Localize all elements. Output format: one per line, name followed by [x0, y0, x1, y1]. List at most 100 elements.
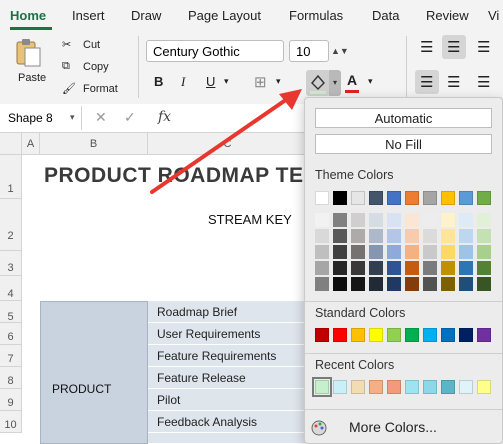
theme-shade-swatch[interactable] [333, 277, 347, 291]
paste-label[interactable]: Paste [18, 72, 46, 84]
tab-draw[interactable]: Draw [131, 8, 161, 23]
automatic-button[interactable]: Automatic [315, 108, 492, 128]
recent-color-swatch[interactable] [387, 380, 401, 394]
borders-chevron-down-icon[interactable]: ▾ [276, 76, 281, 87]
theme-shade-swatch[interactable] [477, 261, 491, 275]
standard-color-swatch[interactable] [387, 328, 401, 342]
font-family-select[interactable]: Century Gothic [146, 40, 284, 62]
task-cell[interactable] [148, 433, 308, 444]
theme-shade-swatch[interactable] [315, 245, 329, 259]
borders-icon[interactable]: ⊞ [254, 73, 267, 91]
confirm-icon[interactable]: ✓ [124, 109, 136, 126]
recent-color-swatch[interactable] [369, 380, 383, 394]
font-size-chevron-down-icon[interactable]: ▲▼ [331, 40, 349, 62]
cut-button[interactable]: Cut [83, 39, 100, 51]
task-cell[interactable]: Feedback Analysis [148, 411, 308, 433]
underline-chevron-down-icon[interactable]: ▾ [224, 76, 229, 87]
theme-shade-swatch[interactable] [351, 229, 365, 243]
name-box-chevron-down-icon[interactable]: ▾ [70, 112, 75, 123]
recent-color-swatch[interactable] [405, 380, 419, 394]
font-color-icon[interactable]: A [347, 72, 357, 88]
tab-data[interactable]: Data [372, 8, 399, 23]
theme-shade-swatch[interactable] [333, 261, 347, 275]
standard-color-swatch[interactable] [405, 328, 419, 342]
theme-color-swatch[interactable] [315, 191, 329, 205]
cut-icon[interactable]: ✂ [62, 38, 71, 51]
theme-shade-swatch[interactable] [387, 245, 401, 259]
theme-shade-swatch[interactable] [315, 261, 329, 275]
column-header-c[interactable]: C [148, 133, 308, 155]
theme-shade-swatch[interactable] [441, 213, 455, 227]
fill-color-chevron-down-icon[interactable]: ▾ [329, 70, 341, 96]
align-bottom-icon[interactable]: ☰ [477, 38, 490, 56]
bold-button[interactable]: B [154, 74, 163, 89]
theme-shade-swatch[interactable] [351, 277, 365, 291]
recent-color-swatch[interactable] [333, 380, 347, 394]
theme-shade-swatch[interactable] [315, 229, 329, 243]
format-painter-icon[interactable]: 🖌 [62, 82, 76, 95]
theme-shade-swatch[interactable] [351, 213, 365, 227]
underline-button[interactable]: U [206, 74, 215, 89]
theme-shade-swatch[interactable] [387, 261, 401, 275]
theme-shade-swatch[interactable] [423, 213, 437, 227]
tab-home[interactable]: Home [10, 8, 46, 23]
theme-color-swatch[interactable] [477, 191, 491, 205]
copy-button[interactable]: Copy [83, 61, 109, 73]
theme-shade-swatch[interactable] [351, 245, 365, 259]
row-header-8[interactable]: 8 [0, 367, 22, 389]
theme-color-swatch[interactable] [369, 191, 383, 205]
tab-formulas[interactable]: Formulas [289, 8, 343, 23]
theme-shade-swatch[interactable] [333, 213, 347, 227]
tab-review[interactable]: Review [426, 8, 469, 23]
format-painter-button[interactable]: Format [83, 83, 118, 95]
recent-color-swatch[interactable] [459, 380, 473, 394]
theme-shade-swatch[interactable] [405, 229, 419, 243]
theme-shade-swatch[interactable] [315, 213, 329, 227]
theme-shade-swatch[interactable] [477, 213, 491, 227]
paste-icon[interactable] [14, 38, 42, 68]
theme-shade-swatch[interactable] [441, 277, 455, 291]
theme-shade-swatch[interactable] [477, 277, 491, 291]
font-size-select[interactable]: 10 [289, 40, 329, 62]
task-cell[interactable]: User Requirements [148, 323, 308, 345]
align-left-icon[interactable]: ☰ [420, 73, 433, 91]
theme-shade-swatch[interactable] [387, 229, 401, 243]
theme-shade-swatch[interactable] [405, 277, 419, 291]
theme-shade-swatch[interactable] [423, 245, 437, 259]
row-header-1[interactable]: 1 [0, 155, 22, 199]
theme-shade-swatch[interactable] [459, 261, 473, 275]
theme-color-swatch[interactable] [423, 191, 437, 205]
column-header-a[interactable]: A [22, 133, 40, 155]
align-top-icon[interactable]: ☰ [420, 38, 433, 56]
theme-shade-swatch[interactable] [423, 229, 437, 243]
theme-color-swatch[interactable] [459, 191, 473, 205]
recent-color-swatch[interactable] [423, 380, 437, 394]
column-header-b[interactable]: B [40, 133, 148, 155]
task-cell[interactable]: Pilot [148, 389, 308, 411]
row-header-2[interactable]: 2 [0, 199, 22, 251]
theme-shade-swatch[interactable] [369, 261, 383, 275]
font-color-chevron-down-icon[interactable]: ▾ [368, 76, 373, 87]
theme-color-swatch[interactable] [441, 191, 455, 205]
theme-shade-swatch[interactable] [369, 213, 383, 227]
standard-color-swatch[interactable] [477, 328, 491, 342]
function-icon[interactable]: fx [158, 109, 171, 125]
row-header-9[interactable]: 9 [0, 389, 22, 411]
standard-color-swatch[interactable] [459, 328, 473, 342]
theme-shade-swatch[interactable] [333, 229, 347, 243]
theme-shade-swatch[interactable] [441, 261, 455, 275]
theme-shade-swatch[interactable] [405, 261, 419, 275]
theme-shade-swatch[interactable] [477, 245, 491, 259]
theme-shade-swatch[interactable] [351, 261, 365, 275]
row-header-6[interactable]: 6 [0, 323, 22, 345]
task-cell[interactable]: Feature Requirements [148, 345, 308, 367]
theme-shade-swatch[interactable] [423, 277, 437, 291]
theme-shade-swatch[interactable] [387, 213, 401, 227]
theme-shade-swatch[interactable] [369, 229, 383, 243]
fill-color-button[interactable] [306, 70, 330, 96]
cancel-icon[interactable]: ✕ [95, 109, 107, 126]
theme-shade-swatch[interactable] [459, 277, 473, 291]
row-header-4[interactable]: 4 [0, 276, 22, 301]
row-header-10[interactable]: 10 [0, 411, 22, 433]
recent-color-swatch[interactable] [477, 380, 491, 394]
